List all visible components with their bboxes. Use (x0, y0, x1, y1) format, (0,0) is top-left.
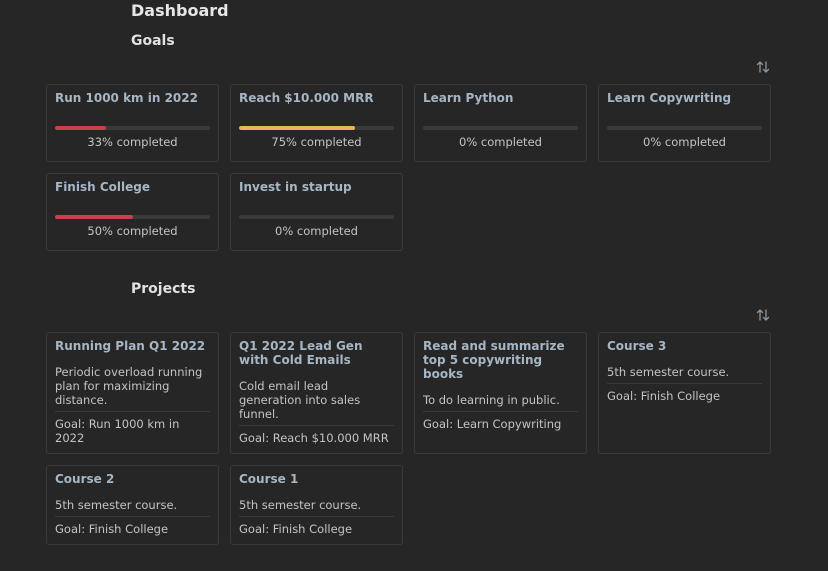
project-title[interactable]: Q1 2022 Lead Gen with Cold Emails (239, 339, 394, 367)
project-description: 5th semester course. (55, 498, 178, 512)
project-description: Periodic overload running plan for maxim… (55, 365, 203, 407)
project-goal: Goal: Finish College (55, 522, 210, 536)
goal-title[interactable]: Finish College (55, 180, 210, 194)
goal-card[interactable]: Run 1000 km in 2022 33% completed (46, 84, 219, 162)
divider (55, 516, 210, 517)
goal-prefix: Goal: (423, 417, 457, 431)
goal-progress-fill (55, 126, 107, 130)
project-card[interactable]: Running Plan Q1 2022 Periodic overload ru… (46, 332, 219, 454)
project-goal-link[interactable]: Finish College (89, 522, 168, 536)
goal-prefix: Goal: (607, 389, 641, 403)
divider (239, 425, 394, 426)
project-goal: Goal: Learn Copywriting (423, 417, 578, 431)
goal-card[interactable]: Invest in startup 0% completed (230, 173, 403, 251)
divider (239, 516, 394, 517)
project-description: 5th semester course. (239, 498, 362, 512)
goals-sort-icon[interactable] (754, 58, 772, 76)
project-description: Cold email lead generation into sales fu… (239, 379, 361, 421)
goal-progress-bar (55, 126, 210, 130)
project-card[interactable]: Course 2 5th semester course. Goal: Finish… (46, 465, 219, 545)
projects-grid: Running Plan Q1 2022 Periodic overload ru… (46, 332, 772, 545)
project-goal: Goal: Finish College (239, 522, 394, 536)
project-goal: Goal: Reach $10.000 MRR (239, 431, 394, 445)
goal-card[interactable]: Learn Python 0% completed (414, 84, 587, 162)
goal-progress-fill (239, 126, 356, 130)
goal-title[interactable]: Learn Python (423, 91, 578, 105)
project-description: To do learning in public. (423, 393, 560, 407)
goal-progress-bar (55, 215, 210, 219)
project-title[interactable]: Course 2 (55, 472, 210, 486)
goals-section-title: Goals (131, 33, 175, 49)
project-title[interactable]: Read and summarize top 5 copywriting boo… (423, 339, 578, 381)
goal-prefix: Goal: (55, 417, 89, 431)
project-goal: Goal: Finish College (607, 389, 762, 403)
goal-card[interactable]: Learn Copywriting 0% completed (598, 84, 771, 162)
project-card[interactable]: Course 1 5th semester course. Goal: Finish… (230, 465, 403, 545)
project-card[interactable]: Read and summarize top 5 copywriting boo… (414, 332, 587, 454)
project-goal-link[interactable]: Reach $10.000 MRR (273, 431, 389, 445)
goal-title[interactable]: Run 1000 km in 2022 (55, 91, 210, 105)
goal-status: 50% completed (87, 224, 178, 238)
project-title[interactable]: Course 3 (607, 339, 762, 353)
project-goal-link[interactable]: Finish College (273, 522, 352, 536)
goal-prefix: Goal: (55, 522, 89, 536)
goal-progress-bar (239, 215, 394, 219)
goal-title[interactable]: Invest in startup (239, 180, 394, 194)
goal-status: 0% completed (459, 135, 542, 149)
project-card[interactable]: Q1 2022 Lead Gen with Cold Emails Cold em… (230, 332, 403, 454)
goal-status: 0% completed (275, 224, 358, 238)
goal-status: 33% completed (87, 135, 178, 149)
project-goal-link[interactable]: Learn Copywriting (457, 417, 562, 431)
goal-progress-bar (423, 126, 578, 130)
divider (423, 411, 578, 412)
project-description: 5th semester course. (607, 365, 730, 379)
page-title: Dashboard (131, 1, 229, 20)
goal-card[interactable]: Finish College 50% completed (46, 173, 219, 251)
goal-progress-bar (607, 126, 762, 130)
goals-grid: Run 1000 km in 2022 33% completed Reach $1… (46, 84, 772, 251)
projects-section-title: Projects (131, 281, 196, 297)
project-goal: Goal: Run 1000 km in 2022 (55, 417, 210, 445)
projects-sort-icon[interactable] (754, 306, 772, 324)
project-goal-link[interactable]: Finish College (641, 389, 720, 403)
goal-title[interactable]: Reach $10.000 MRR (239, 91, 394, 105)
project-title[interactable]: Running Plan Q1 2022 (55, 339, 210, 353)
goal-progress-fill (55, 215, 133, 219)
goal-status: 0% completed (643, 135, 726, 149)
goal-card[interactable]: Reach $10.000 MRR 75% completed (230, 84, 403, 162)
project-title[interactable]: Course 1 (239, 472, 394, 486)
goal-prefix: Goal: (239, 431, 273, 445)
goal-status: 75% completed (271, 135, 362, 149)
goal-prefix: Goal: (239, 522, 273, 536)
divider (55, 411, 210, 412)
goal-title[interactable]: Learn Copywriting (607, 91, 762, 105)
goal-progress-bar (239, 126, 394, 130)
divider (607, 383, 762, 384)
project-card[interactable]: Course 3 5th semester course. Goal: Finish… (598, 332, 771, 454)
